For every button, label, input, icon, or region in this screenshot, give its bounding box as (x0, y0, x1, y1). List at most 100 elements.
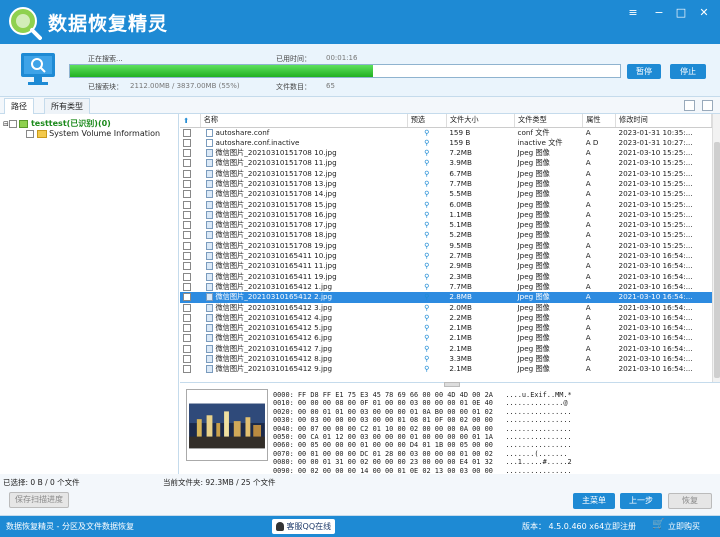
preview-icon[interactable]: ⚲ (407, 251, 446, 261)
table-row[interactable]: 微信图片_20210310165411 19.jpg ⚲ 2.3MB Jpeg 图像 A… (180, 272, 712, 282)
tree-item-system-volume[interactable]: System Volume Information (26, 129, 160, 138)
preview-icon[interactable]: ⚲ (407, 323, 446, 333)
preview-icon[interactable]: ⚲ (407, 241, 446, 251)
table-row[interactable]: 微信图片_20210310165412 7.jpg ⚲ 2.1MB Jpeg 图像 A 2… (180, 344, 712, 354)
preview-icon[interactable]: ⚲ (407, 272, 446, 282)
table-row[interactable]: 微信图片_20210310151708 11.jpg ⚲ 3.9MB Jpeg 图像 A… (180, 158, 712, 168)
table-row[interactable]: 微信图片_20210310165412 1.jpg ⚲ 7.7MB Jpeg 图像 A 2… (180, 282, 712, 292)
row-checkbox-cell[interactable] (180, 292, 201, 303)
col-name[interactable]: 名称 (200, 114, 408, 128)
col-size[interactable]: 文件大小 (446, 114, 516, 128)
row-checkbox-cell[interactable] (180, 210, 200, 220)
preview-icon[interactable]: ⚲ (407, 282, 446, 292)
preview-icon[interactable]: ⚲ (407, 158, 446, 168)
preview-icon[interactable]: ⚲ (407, 200, 446, 210)
row-checkbox-cell[interactable] (180, 169, 200, 179)
table-row[interactable]: 微信图片_20210310151708 14.jpg ⚲ 5.5MB Jpeg 图像 A… (180, 189, 712, 199)
save-scan-button[interactable]: 保存扫描进度 (9, 492, 69, 508)
vertical-scrollbar[interactable] (712, 114, 720, 382)
row-checkbox-cell[interactable] (180, 230, 200, 240)
row-checkbox[interactable] (183, 262, 191, 271)
row-checkbox-cell[interactable] (180, 200, 200, 210)
preview-icon[interactable]: ⚲ (407, 210, 446, 220)
table-row[interactable]: 微信图片_20210310165412 3.jpg ⚲ 2.0MB Jpeg 图像 A 2… (180, 303, 712, 313)
row-checkbox[interactable] (183, 355, 191, 364)
preview-icon[interactable]: ⚲ (407, 292, 447, 303)
row-checkbox-cell[interactable] (180, 179, 200, 189)
pause-button[interactable]: 暂停 (627, 64, 661, 79)
preview-icon[interactable]: ⚲ (407, 179, 446, 189)
table-row[interactable]: 微信图片_20210310165412 2.jpg ⚲ 2.8MB Jpeg 图像 A 2… (180, 292, 712, 303)
preview-icon[interactable]: ⚲ (407, 230, 446, 240)
row-checkbox-cell[interactable] (180, 189, 200, 199)
table-row[interactable]: 微信图片_20210310165412 9.jpg ⚲ 2.1MB Jpeg 图像 A 2… (180, 364, 712, 374)
row-checkbox[interactable] (183, 159, 191, 168)
table-row[interactable]: 微信图片_20210310165411 11.jpg ⚲ 2.9MB Jpeg 图像 A… (180, 261, 712, 271)
row-checkbox[interactable] (183, 272, 191, 281)
col-modified[interactable]: 修改时间 (615, 114, 712, 128)
close-icon[interactable]: ✕ (695, 5, 713, 21)
preview-icon[interactable]: ⚲ (407, 364, 446, 374)
row-checkbox[interactable] (183, 365, 191, 374)
maximize-icon[interactable]: □ (672, 5, 690, 21)
preview-icon[interactable]: ⚲ (407, 138, 446, 148)
preview-icon[interactable]: ⚲ (407, 303, 446, 313)
stop-button[interactable]: 停止 (670, 64, 706, 79)
row-checkbox-cell[interactable] (180, 354, 200, 364)
row-checkbox-cell[interactable] (180, 127, 200, 138)
grid-view-icon[interactable] (684, 100, 695, 111)
table-row[interactable]: 微信图片_20210310151708 12.jpg ⚲ 6.7MB Jpeg 图像 A… (180, 169, 712, 179)
preview-icon[interactable]: ⚲ (407, 333, 446, 343)
table-row[interactable]: 微信图片_20210310165412 6.jpg ⚲ 2.1MB Jpeg 图像 A 2… (180, 333, 712, 343)
row-checkbox[interactable] (183, 128, 191, 137)
buy-link[interactable]: 立即购买 (668, 521, 700, 532)
scrollbar-thumb[interactable] (714, 142, 720, 378)
table-row[interactable]: 微信图片_20210310151708 10.jpg ⚲ 7.2MB Jpeg 图像 A… (180, 148, 712, 158)
recover-button[interactable]: 恢复 (668, 493, 712, 509)
row-checkbox-cell[interactable] (180, 333, 200, 343)
row-checkbox[interactable] (183, 179, 191, 188)
tree-root[interactable]: ⊟ testtest(已识别)(0) (3, 118, 111, 129)
tree-root-checkbox[interactable] (8, 119, 17, 128)
table-row[interactable]: 微信图片_20210310151708 18.jpg ⚲ 5.2MB Jpeg 图像 A… (180, 230, 712, 240)
row-checkbox-cell[interactable] (180, 241, 200, 251)
row-checkbox[interactable] (183, 210, 191, 219)
row-checkbox-cell[interactable] (180, 344, 200, 354)
row-checkbox[interactable] (183, 252, 191, 261)
preview-icon[interactable]: ⚲ (407, 148, 446, 158)
row-checkbox[interactable] (183, 344, 191, 353)
row-checkbox-cell[interactable] (180, 272, 200, 282)
table-row[interactable]: autoshare.conf.inactive ⚲ 159 B inactive 文件… (180, 138, 712, 148)
tree-item-checkbox[interactable] (26, 129, 34, 138)
row-checkbox[interactable] (183, 190, 191, 199)
col-type[interactable]: 文件类型 (514, 114, 584, 128)
row-checkbox[interactable] (183, 241, 191, 250)
preview-icon[interactable]: ⚲ (407, 169, 446, 179)
row-checkbox-cell[interactable] (180, 148, 200, 158)
preview-icon[interactable]: ⚲ (407, 344, 446, 354)
row-checkbox[interactable] (183, 200, 191, 209)
row-checkbox[interactable] (183, 334, 191, 343)
list-view-icon[interactable] (702, 100, 713, 111)
row-checkbox-cell[interactable] (180, 282, 200, 292)
minimize-icon[interactable]: − (650, 5, 668, 21)
row-checkbox-cell[interactable] (180, 364, 200, 374)
table-row[interactable]: 微信图片_20210310151708 16.jpg ⚲ 1.1MB Jpeg 图像 A… (180, 210, 712, 220)
table-row[interactable]: 微信图片_20210310151708 19.jpg ⚲ 9.5MB Jpeg 图像 A… (180, 241, 712, 251)
back-button[interactable]: 上一步 (620, 493, 662, 509)
row-checkbox-cell[interactable] (180, 261, 200, 271)
row-checkbox[interactable] (183, 169, 191, 178)
preview-icon[interactable]: ⚲ (407, 127, 446, 138)
register-link[interactable]: 立即注册 (604, 521, 636, 532)
table-row[interactable]: autoshare.conf ⚲ 159 B conf 文件 A 2023-01-31 1… (180, 127, 712, 138)
row-checkbox[interactable] (183, 303, 191, 312)
table-row[interactable]: 微信图片_20210310165412 4.jpg ⚲ 2.2MB Jpeg 图像 A 2… (180, 313, 712, 323)
row-checkbox-cell[interactable] (180, 158, 200, 168)
table-row[interactable]: 微信图片_20210310165412 5.jpg ⚲ 2.1MB Jpeg 图像 A 2… (180, 323, 712, 333)
tab-all-types[interactable]: 所有类型 (44, 98, 90, 114)
menu-icon[interactable]: ≡ (624, 5, 642, 21)
tab-path[interactable]: 路径 (4, 98, 34, 114)
row-checkbox-cell[interactable] (180, 251, 200, 261)
table-row[interactable]: 微信图片_20210310151708 15.jpg ⚲ 6.0MB Jpeg 图像 A… (180, 200, 712, 210)
row-checkbox-cell[interactable] (180, 313, 200, 323)
